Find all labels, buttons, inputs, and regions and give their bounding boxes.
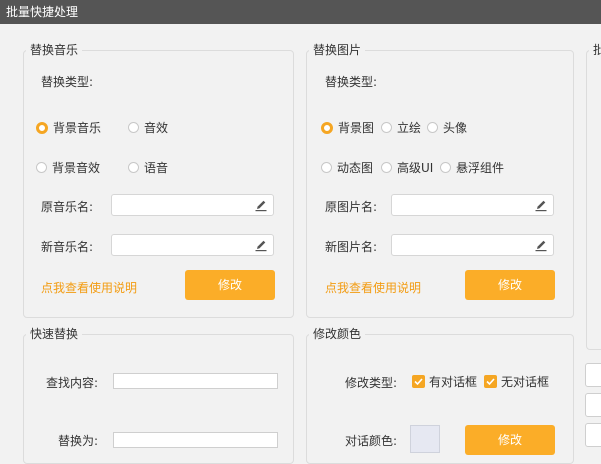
radio-label: 动态图 xyxy=(337,161,374,175)
partial-right-field-1[interactable] xyxy=(585,363,601,387)
radio-bgm[interactable]: 背景音乐 xyxy=(36,119,101,136)
partial-right-title: 批 xyxy=(589,43,601,57)
modify-color-title: 修改颜色 xyxy=(309,327,366,341)
radio-label: 语音 xyxy=(144,161,169,175)
checkbox-with-dialog[interactable]: 有对话框 xyxy=(412,373,477,390)
partial-right-field-2[interactable] xyxy=(585,393,601,417)
new-image-label: 新图片名: xyxy=(325,240,378,254)
edit-pencil-icon[interactable] xyxy=(534,238,548,252)
original-music-label: 原音乐名: xyxy=(41,200,94,214)
dialog-color-swatch[interactable] xyxy=(410,425,440,453)
radio-portrait[interactable]: 立绘 xyxy=(381,119,421,136)
partial-right-group: 批 xyxy=(586,43,601,350)
radio-label: 音效 xyxy=(144,121,169,135)
edit-pencil-icon[interactable] xyxy=(254,198,268,212)
replace-music-title: 替换音乐 xyxy=(26,43,83,57)
find-content-input[interactable] xyxy=(113,373,278,389)
radio-label: 悬浮组件 xyxy=(456,161,505,175)
radio-label: 头像 xyxy=(443,121,468,135)
checkbox-label: 有对话框 xyxy=(429,375,478,389)
find-content-label: 查找内容: xyxy=(46,376,99,390)
radio-advanced-ui[interactable]: 高级UI xyxy=(381,159,433,176)
new-image-input[interactable] xyxy=(392,235,553,255)
music-modify-button[interactable]: 修改 xyxy=(185,270,275,300)
radio-background[interactable]: 背景图 xyxy=(321,119,374,136)
radio-icon xyxy=(128,122,139,133)
new-image-field xyxy=(391,234,554,256)
checkbox-checked-icon xyxy=(484,375,497,388)
radio-voice[interactable]: 语音 xyxy=(128,159,168,176)
original-image-input[interactable] xyxy=(392,195,553,215)
radio-icon xyxy=(36,162,47,173)
new-music-label: 新音乐名: xyxy=(41,240,94,254)
replace-image-title: 替换图片 xyxy=(309,43,366,57)
edit-pencil-icon[interactable] xyxy=(254,238,268,252)
radio-label: 背景音效 xyxy=(52,161,101,175)
replace-with-input[interactable] xyxy=(113,432,278,448)
checkbox-checked-icon xyxy=(412,375,425,388)
radio-floating-widget[interactable]: 悬浮组件 xyxy=(440,159,504,176)
new-music-field xyxy=(111,234,274,256)
checkbox-without-dialog[interactable]: 无对话框 xyxy=(484,373,549,390)
original-image-field xyxy=(391,194,554,216)
new-music-input[interactable] xyxy=(112,235,273,255)
radio-avatar[interactable]: 头像 xyxy=(427,119,467,136)
window-title: 批量快捷处理 xyxy=(0,0,601,24)
original-music-field xyxy=(111,194,274,216)
radio-icon xyxy=(427,122,438,133)
replace-with-label: 替换为: xyxy=(58,434,99,448)
quick-replace-title: 快速替换 xyxy=(26,327,83,341)
radio-label: 立绘 xyxy=(397,121,422,135)
original-music-input[interactable] xyxy=(112,195,273,215)
checkbox-label: 无对话框 xyxy=(501,375,550,389)
radio-icon xyxy=(381,162,392,173)
radio-animated[interactable]: 动态图 xyxy=(321,159,373,176)
music-type-label: 替换类型: xyxy=(41,75,94,89)
radio-label: 背景图 xyxy=(338,121,375,135)
dialog-color-label: 对话颜色: xyxy=(345,434,398,448)
radio-icon xyxy=(321,162,332,173)
radio-selected-icon xyxy=(36,121,48,134)
image-help-link[interactable]: 点我查看使用说明 xyxy=(325,279,421,296)
radio-icon xyxy=(381,122,392,133)
radio-icon xyxy=(440,162,451,173)
radio-selected-icon xyxy=(321,121,333,134)
partial-right-field-3[interactable] xyxy=(585,423,601,447)
color-modify-button[interactable]: 修改 xyxy=(465,425,555,455)
image-type-label: 替换类型: xyxy=(325,75,378,89)
radio-label: 高级UI xyxy=(397,161,434,175)
original-image-label: 原图片名: xyxy=(325,200,378,214)
radio-bg-sound-effect[interactable]: 背景音效 xyxy=(36,159,100,176)
edit-pencil-icon[interactable] xyxy=(534,198,548,212)
radio-label: 背景音乐 xyxy=(53,121,102,135)
image-modify-button[interactable]: 修改 xyxy=(465,270,555,300)
radio-icon xyxy=(128,162,139,173)
music-help-link[interactable]: 点我查看使用说明 xyxy=(41,279,137,296)
modify-type-label: 修改类型: xyxy=(345,376,398,390)
radio-sound-effect[interactable]: 音效 xyxy=(128,119,168,136)
